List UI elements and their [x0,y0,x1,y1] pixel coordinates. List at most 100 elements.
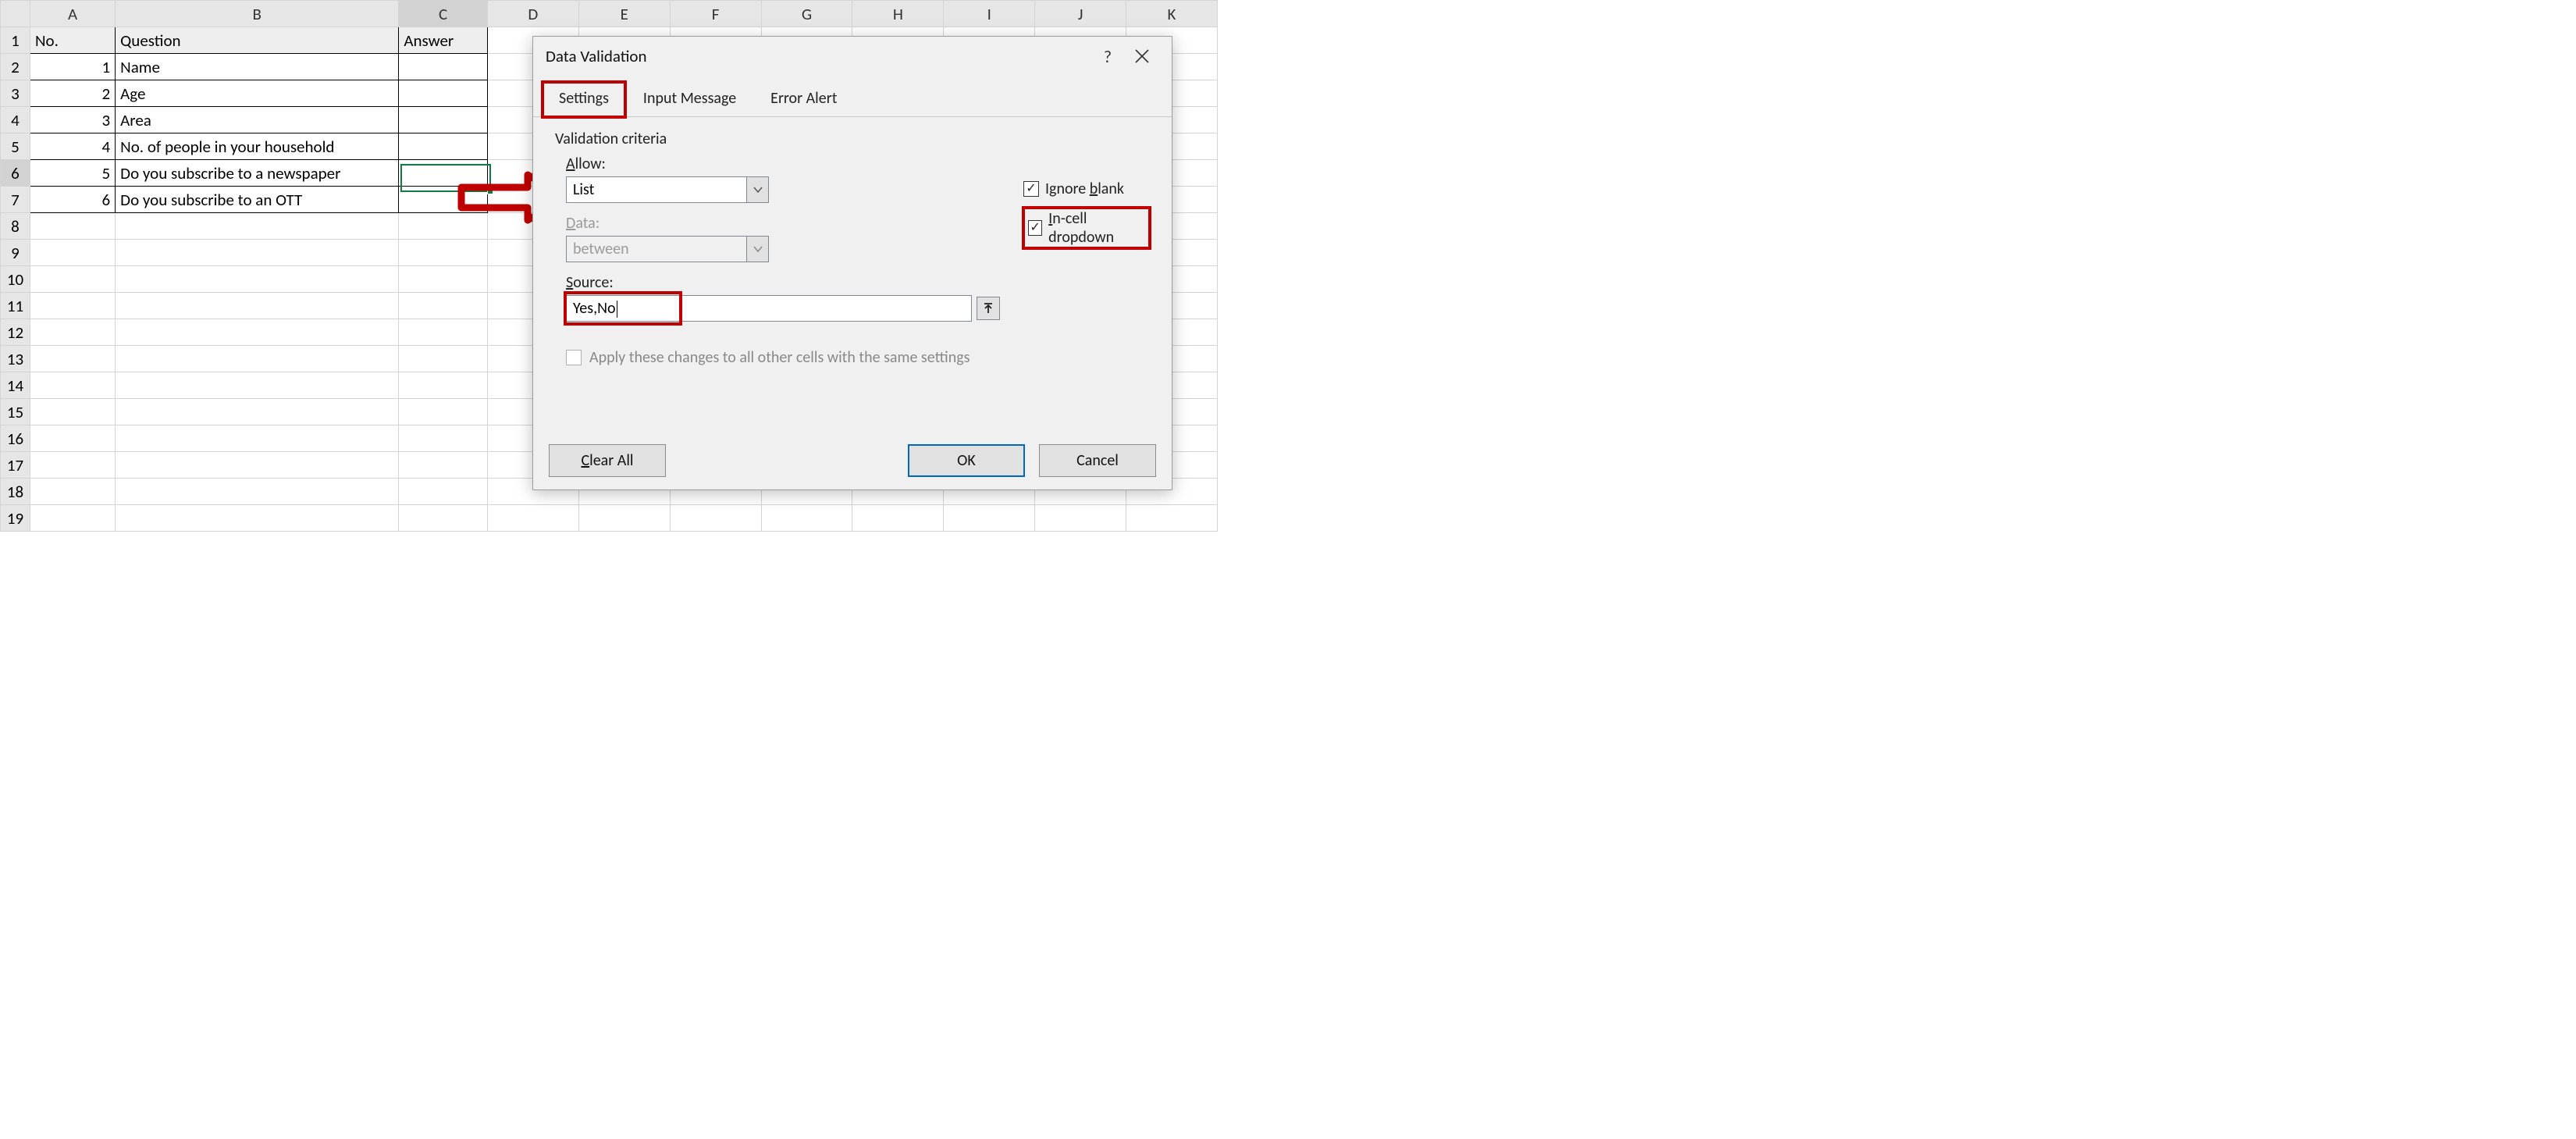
source-input[interactable]: Yes,No [566,295,972,322]
cell-C18[interactable] [399,479,488,505]
dialog-titlebar[interactable]: Data Validation ? [533,37,1172,76]
cell-B16[interactable] [116,425,399,452]
cell-C3[interactable] [399,80,488,107]
col-header-C[interactable]: C [399,1,488,27]
cell-C13[interactable] [399,346,488,372]
cell-C5[interactable] [399,133,488,160]
cell-B19[interactable] [116,505,399,532]
row-header-11[interactable]: 11 [1,293,30,319]
cell-A2[interactable]: 1 [30,54,115,80]
cell-A3[interactable]: 2 [30,80,115,107]
cell-B1[interactable]: Question [116,27,399,54]
cell-C9[interactable] [399,240,488,266]
cell-A8[interactable] [30,213,115,240]
cell-B4[interactable]: Area [116,107,399,133]
col-header-B[interactable]: B [116,1,399,27]
incell-dropdown-checkbox[interactable]: ✓ In-cell dropdown [1023,208,1150,248]
row-header-12[interactable]: 12 [1,319,30,346]
cell-A10[interactable] [30,266,115,293]
cell-J19[interactable] [1035,505,1126,532]
cell-C1[interactable]: Answer [399,27,488,54]
row-header-5[interactable]: 5 [1,133,30,160]
clear-all-button[interactable]: Clear All [549,444,666,477]
ok-button[interactable]: OK [908,444,1025,477]
cell-A19[interactable] [30,505,115,532]
row-header-6[interactable]: 6 [1,160,30,187]
cell-C16[interactable] [399,425,488,452]
ignore-blank-checkbox[interactable]: ✓ Ignore blank [1023,180,1150,198]
cell-B14[interactable] [116,372,399,399]
row-header-4[interactable]: 4 [1,107,30,133]
cell-C6[interactable] [399,160,488,187]
cell-A18[interactable] [30,479,115,505]
cell-A6[interactable]: 5 [30,160,115,187]
cell-A14[interactable] [30,372,115,399]
col-header-F[interactable]: F [670,1,761,27]
cell-H19[interactable] [852,505,944,532]
col-header-I[interactable]: I [944,1,1035,27]
cell-B2[interactable]: Name [116,54,399,80]
cell-A12[interactable] [30,319,115,346]
cell-G19[interactable] [761,505,852,532]
close-button[interactable] [1125,48,1159,64]
cell-A4[interactable]: 3 [30,107,115,133]
cell-B13[interactable] [116,346,399,372]
row-header-2[interactable]: 2 [1,54,30,80]
cell-B3[interactable]: Age [116,80,399,107]
col-header-E[interactable]: E [578,1,670,27]
select-all-corner[interactable] [1,1,30,27]
cell-A16[interactable] [30,425,115,452]
cell-D19[interactable] [487,505,578,532]
row-header-14[interactable]: 14 [1,372,30,399]
cell-A9[interactable] [30,240,115,266]
cell-C15[interactable] [399,399,488,425]
cell-B8[interactable] [116,213,399,240]
cell-C11[interactable] [399,293,488,319]
cell-B10[interactable] [116,266,399,293]
cell-B6[interactable]: Do you subscribe to a newspaper [116,160,399,187]
row-header-13[interactable]: 13 [1,346,30,372]
cell-B17[interactable] [116,452,399,479]
row-header-8[interactable]: 8 [1,213,30,240]
cell-A17[interactable] [30,452,115,479]
tab-settings[interactable]: Settings [543,82,625,117]
row-header-18[interactable]: 18 [1,479,30,505]
row-header-7[interactable]: 7 [1,187,30,213]
cell-B11[interactable] [116,293,399,319]
row-header-17[interactable]: 17 [1,452,30,479]
cell-E19[interactable] [578,505,670,532]
row-header-16[interactable]: 16 [1,425,30,452]
row-header-15[interactable]: 15 [1,399,30,425]
cell-B9[interactable] [116,240,399,266]
cell-A13[interactable] [30,346,115,372]
col-header-D[interactable]: D [487,1,578,27]
col-header-G[interactable]: G [761,1,852,27]
cell-C7[interactable] [399,187,488,213]
cell-A7[interactable]: 6 [30,187,115,213]
cell-B7[interactable]: Do you subscribe to an OTT [116,187,399,213]
cell-F19[interactable] [670,505,761,532]
cell-C14[interactable] [399,372,488,399]
range-picker-button[interactable] [977,297,1000,320]
cell-B5[interactable]: No. of people in your household [116,133,399,160]
row-header-19[interactable]: 19 [1,505,30,532]
cell-I19[interactable] [944,505,1035,532]
cell-C8[interactable] [399,213,488,240]
cell-A5[interactable]: 4 [30,133,115,160]
cell-A11[interactable] [30,293,115,319]
col-header-K[interactable]: K [1126,1,1218,27]
cancel-button[interactable]: Cancel [1039,444,1156,477]
cell-B12[interactable] [116,319,399,346]
col-header-H[interactable]: H [852,1,944,27]
cell-C12[interactable] [399,319,488,346]
cell-C17[interactable] [399,452,488,479]
row-header-9[interactable]: 9 [1,240,30,266]
col-header-A[interactable]: A [30,1,115,27]
cell-C19[interactable] [399,505,488,532]
row-header-10[interactable]: 10 [1,266,30,293]
cell-C2[interactable] [399,54,488,80]
cell-B15[interactable] [116,399,399,425]
cell-A1[interactable]: No. [30,27,115,54]
tab-error-alert[interactable]: Error Alert [754,82,853,116]
row-header-3[interactable]: 3 [1,80,30,107]
